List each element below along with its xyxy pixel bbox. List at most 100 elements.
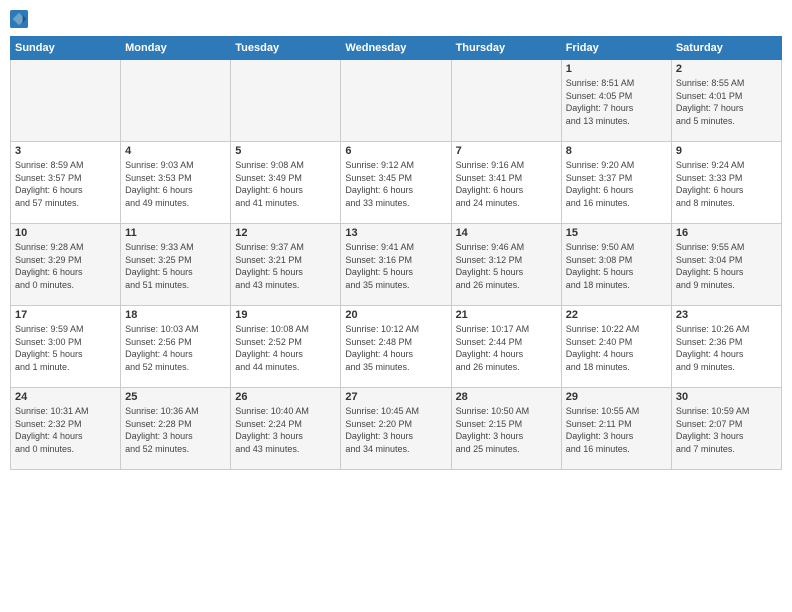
calendar-day-cell (231, 60, 341, 142)
weekday-header: Saturday (671, 37, 781, 60)
day-number: 18 (125, 309, 226, 321)
calendar-day-cell: 4 Sunrise: 9:03 AM Sunset: 3:53 PM Daylig… (121, 142, 231, 224)
day-info: Sunrise: 9:12 AM Sunset: 3:45 PM Dayligh… (345, 159, 446, 209)
calendar-day-cell: 19 Sunrise: 10:08 AM Sunset: 2:52 PM Dayl… (231, 306, 341, 388)
calendar-day-cell: 9 Sunrise: 9:24 AM Sunset: 3:33 PM Daylig… (671, 142, 781, 224)
day-info: Sunrise: 10:36 AM Sunset: 2:28 PM Daylig… (125, 405, 226, 455)
calendar-day-cell: 13Sunrise: 9:41 AM Sunset: 3:16 PM Dayli… (341, 224, 451, 306)
day-number: 12 (235, 227, 336, 239)
day-number: 17 (15, 309, 116, 321)
calendar-day-cell: 18 Sunrise: 10:03 AM Sunset: 2:56 PM Dayl… (121, 306, 231, 388)
calendar-day-cell: 8 Sunrise: 9:20 AM Sunset: 3:37 PM Daylig… (561, 142, 671, 224)
calendar-day-cell: 29 Sunrise: 10:55 AM Sunset: 2:11 PM Dayl… (561, 388, 671, 470)
day-number: 21 (456, 309, 557, 321)
calendar-day-cell: 6 Sunrise: 9:12 AM Sunset: 3:45 PM Daylig… (341, 142, 451, 224)
day-info: Sunrise: 10:12 AM Sunset: 2:48 PM Daylig… (345, 323, 446, 373)
day-info: Sunrise: 9:50 AM Sunset: 3:08 PM Dayligh… (566, 241, 667, 291)
weekday-header: Sunday (11, 37, 121, 60)
day-number: 11 (125, 227, 226, 239)
day-number: 5 (235, 145, 336, 157)
calendar-day-cell: 28 Sunrise: 10:50 AM Sunset: 2:15 PM Dayl… (451, 388, 561, 470)
day-info: Sunrise: 9:08 AM Sunset: 3:49 PM Dayligh… (235, 159, 336, 209)
calendar-day-cell: 26 Sunrise: 10:40 AM Sunset: 2:24 PM Dayl… (231, 388, 341, 470)
calendar-day-cell: 10 Sunrise: 9:28 AM Sunset: 3:29 PM Dayli… (11, 224, 121, 306)
day-info: Sunrise: 10:26 AM Sunset: 2:36 PM Daylig… (676, 323, 777, 373)
day-info: Sunrise: 9:55 AM Sunset: 3:04 PM Dayligh… (676, 241, 777, 291)
weekday-header: Thursday (451, 37, 561, 60)
day-number: 8 (566, 145, 667, 157)
day-number: 23 (676, 309, 777, 321)
calendar-day-cell: 1 Sunrise: 8:51 AM Sunset: 4:05 PM Daylig… (561, 60, 671, 142)
calendar-day-cell: 25Sunrise: 10:36 AM Sunset: 2:28 PM Dayl… (121, 388, 231, 470)
day-info: Sunrise: 9:33 AM Sunset: 3:25 PM Dayligh… (125, 241, 226, 291)
day-number: 14 (456, 227, 557, 239)
calendar-header-row: SundayMondayTuesdayWednesdayThursdayFrid… (11, 37, 782, 60)
day-number: 6 (345, 145, 446, 157)
day-info: Sunrise: 9:20 AM Sunset: 3:37 PM Dayligh… (566, 159, 667, 209)
day-info: Sunrise: 10:03 AM Sunset: 2:56 PM Daylig… (125, 323, 226, 373)
day-number: 22 (566, 309, 667, 321)
calendar-day-cell: 24 Sunrise: 10:31 AM Sunset: 2:32 PM Dayl… (11, 388, 121, 470)
calendar-day-cell: 11 Sunrise: 9:33 AM Sunset: 3:25 PM Dayli… (121, 224, 231, 306)
day-number: 4 (125, 145, 226, 157)
logo (10, 10, 32, 28)
calendar-week-row: 10 Sunrise: 9:28 AM Sunset: 3:29 PM Dayli… (11, 224, 782, 306)
day-number: 16 (676, 227, 777, 239)
calendar-week-row: 17 Sunrise: 9:59 AM Sunset: 3:00 PM Dayli… (11, 306, 782, 388)
day-number: 2 (676, 63, 777, 75)
day-info: Sunrise: 10:55 AM Sunset: 2:11 PM Daylig… (566, 405, 667, 455)
calendar-body: 1 Sunrise: 8:51 AM Sunset: 4:05 PM Daylig… (11, 60, 782, 470)
calendar-day-cell: 23 Sunrise: 10:26 AM Sunset: 2:36 PM Dayl… (671, 306, 781, 388)
calendar-day-cell: 3Sunrise: 8:59 AM Sunset: 3:57 PM Daylig… (11, 142, 121, 224)
day-number: 28 (456, 391, 557, 403)
weekday-header: Tuesday (231, 37, 341, 60)
day-number: 1 (566, 63, 667, 75)
day-number: 19 (235, 309, 336, 321)
day-info: Sunrise: 10:08 AM Sunset: 2:52 PM Daylig… (235, 323, 336, 373)
weekday-header: Wednesday (341, 37, 451, 60)
day-info: Sunrise: 9:03 AM Sunset: 3:53 PM Dayligh… (125, 159, 226, 209)
calendar-day-cell: 5 Sunrise: 9:08 AM Sunset: 3:49 PM Daylig… (231, 142, 341, 224)
calendar-day-cell (121, 60, 231, 142)
calendar-day-cell: 21 Sunrise: 10:17 AM Sunset: 2:44 PM Dayl… (451, 306, 561, 388)
calendar-day-cell: 30Sunrise: 10:59 AM Sunset: 2:07 PM Dayl… (671, 388, 781, 470)
day-info: Sunrise: 10:45 AM Sunset: 2:20 PM Daylig… (345, 405, 446, 455)
day-info: Sunrise: 10:31 AM Sunset: 2:32 PM Daylig… (15, 405, 116, 455)
day-number: 7 (456, 145, 557, 157)
calendar-day-cell (451, 60, 561, 142)
day-info: Sunrise: 9:28 AM Sunset: 3:29 PM Dayligh… (15, 241, 116, 291)
weekday-header: Friday (561, 37, 671, 60)
day-info: Sunrise: 10:17 AM Sunset: 2:44 PM Daylig… (456, 323, 557, 373)
calendar-week-row: 1 Sunrise: 8:51 AM Sunset: 4:05 PM Daylig… (11, 60, 782, 142)
day-info: Sunrise: 9:24 AM Sunset: 3:33 PM Dayligh… (676, 159, 777, 209)
day-number: 20 (345, 309, 446, 321)
day-info: Sunrise: 9:41 AM Sunset: 3:16 PM Dayligh… (345, 241, 446, 291)
calendar-day-cell: 12 Sunrise: 9:37 AM Sunset: 3:21 PM Dayli… (231, 224, 341, 306)
day-info: Sunrise: 9:37 AM Sunset: 3:21 PM Dayligh… (235, 241, 336, 291)
logo-icon (10, 10, 28, 28)
calendar-day-cell: 22 Sunrise: 10:22 AM Sunset: 2:40 PM Dayl… (561, 306, 671, 388)
day-number: 24 (15, 391, 116, 403)
weekday-header: Monday (121, 37, 231, 60)
calendar-day-cell (11, 60, 121, 142)
day-info: Sunrise: 9:16 AM Sunset: 3:41 PM Dayligh… (456, 159, 557, 209)
day-info: Sunrise: 8:51 AM Sunset: 4:05 PM Dayligh… (566, 77, 667, 127)
day-number: 9 (676, 145, 777, 157)
calendar-table: SundayMondayTuesdayWednesdayThursdayFrid… (10, 36, 782, 470)
day-info: Sunrise: 10:22 AM Sunset: 2:40 PM Daylig… (566, 323, 667, 373)
calendar-day-cell: 7 Sunrise: 9:16 AM Sunset: 3:41 PM Daylig… (451, 142, 561, 224)
day-number: 30 (676, 391, 777, 403)
day-number: 27 (345, 391, 446, 403)
day-number: 26 (235, 391, 336, 403)
day-number: 15 (566, 227, 667, 239)
calendar-day-cell: 14Sunrise: 9:46 AM Sunset: 3:12 PM Dayli… (451, 224, 561, 306)
calendar-day-cell: 16 Sunrise: 9:55 AM Sunset: 3:04 PM Dayli… (671, 224, 781, 306)
day-info: Sunrise: 10:50 AM Sunset: 2:15 PM Daylig… (456, 405, 557, 455)
calendar-day-cell: 27 Sunrise: 10:45 AM Sunset: 2:20 PM Dayl… (341, 388, 451, 470)
day-number: 29 (566, 391, 667, 403)
day-number: 10 (15, 227, 116, 239)
day-info: Sunrise: 10:40 AM Sunset: 2:24 PM Daylig… (235, 405, 336, 455)
day-info: Sunrise: 8:55 AM Sunset: 4:01 PM Dayligh… (676, 77, 777, 127)
day-info: Sunrise: 9:59 AM Sunset: 3:00 PM Dayligh… (15, 323, 116, 373)
calendar-day-cell (341, 60, 451, 142)
